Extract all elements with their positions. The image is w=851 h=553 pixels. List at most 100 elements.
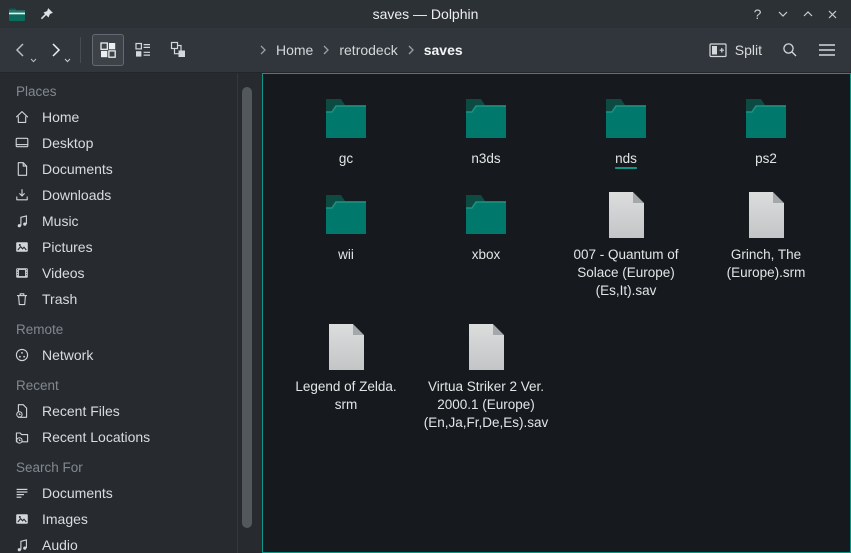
maximize-button[interactable] [799,4,816,24]
sidebar-item-network[interactable]: Network [0,342,262,368]
breadcrumb-item-retrodeck[interactable]: retrodeck [339,42,397,58]
sidebar-section-search-for: Search For Documents Images Audio [0,456,262,553]
chevron-down-icon [776,7,790,21]
sidebar-item-label: Recent Locations [42,429,150,445]
breadcrumb-separator-icon [407,44,415,56]
forward-dropdown-caret-icon [64,58,71,63]
music-icon [14,213,30,229]
sidebar-item-search-audio[interactable]: Audio [0,532,262,553]
search-button[interactable] [781,41,799,59]
grid-item-grinch-the[interactable]: Grinch, The (Europe).srm [696,190,836,322]
documents-icon [14,161,30,177]
close-button[interactable] [824,4,841,24]
app-icon[interactable] [8,7,26,22]
sidebar-item-downloads[interactable]: Downloads [0,182,262,208]
file-icon [325,323,368,371]
folder-icon [322,192,370,238]
back-button[interactable] [8,36,34,64]
view-mode-tree-button[interactable] [162,34,194,66]
sidebar-item-recent-files[interactable]: Recent Files [0,398,262,424]
document-lines-icon [14,485,30,501]
item-label: gc [339,150,353,168]
sidebar-item-label: Network [42,347,93,363]
section-header-search-for: Search For [0,456,262,480]
sidebar-item-label: Recent Files [42,403,120,419]
sidebar-section-recent: Recent Recent Files Recent Locations [0,374,262,450]
grid-item-ps2[interactable]: ps2 [696,94,836,190]
window-title: saves — Dolphin [0,6,851,22]
item-label: xbox [472,246,501,264]
minimize-button[interactable] [774,4,791,24]
section-header-remote: Remote [0,318,262,342]
sidebar-item-label: Audio [42,537,78,553]
network-icon [14,347,30,363]
breadcrumb-separator-icon [322,44,330,56]
sidebar-item-documents[interactable]: Documents [0,156,262,182]
view-mode-icons-button[interactable] [92,34,124,66]
window-body: Places Home Desktop Documents Downloads … [0,73,851,553]
sidebar-item-music[interactable]: Music [0,208,262,234]
grid-item-legend-of-zelda[interactable]: Legend of Zelda. srm [276,322,416,454]
split-view-icon [709,43,727,58]
item-label: nds [615,150,637,168]
file-icon [745,191,788,239]
folder-icon [742,96,790,142]
breadcrumb-item-home[interactable]: Home [276,42,313,58]
sidebar-item-label: Home [42,109,79,125]
sidebar-item-label: Trash [42,291,77,307]
grid-item-gc[interactable]: gc [276,94,416,190]
trash-icon [14,291,30,307]
sidebar-section-remote: Remote Network [0,318,262,368]
sidebar-item-recent-locations[interactable]: Recent Locations [0,424,262,450]
item-label: 007 - Quantum of Solace (Europe) (Es,It)… [573,246,678,300]
sidebar-item-label: Documents [42,485,113,501]
split-button[interactable]: Split [709,42,762,58]
breadcrumb-item-saves[interactable]: saves [424,42,463,58]
section-header-places: Places [0,80,262,104]
search-icon [781,41,799,59]
recent-files-icon [14,403,30,419]
sidebar-item-label: Desktop [42,135,93,151]
menu-button[interactable] [818,43,836,57]
sidebar-item-home[interactable]: Home [0,104,262,130]
grid-item-007-quantum-of-solace[interactable]: 007 - Quantum of Solace (Europe) (Es,It)… [556,190,696,322]
icons-view-icon [98,40,118,60]
audio-icon [14,537,30,553]
sidebar-item-desktop[interactable]: Desktop [0,130,262,156]
chevron-up-icon [801,7,815,21]
toolbar-separator [80,37,81,63]
folder-view[interactable]: gc n3ds nds ps2 wii xbox [262,73,851,553]
details-view-icon [133,40,153,60]
split-button-label: Split [735,42,762,58]
sidebar-item-label: Videos [42,265,85,281]
grid-item-wii[interactable]: wii [276,190,416,322]
sidebar-item-videos[interactable]: Videos [0,260,262,286]
sidebar-item-trash[interactable]: Trash [0,286,262,312]
sidebar-item-search-documents[interactable]: Documents [0,480,262,506]
grid-item-nds[interactable]: nds [556,94,696,190]
sidebar-item-search-images[interactable]: Images [0,506,262,532]
desktop-icon [14,135,30,151]
file-icon [605,191,648,239]
grid-item-virtua-striker-2[interactable]: Virtua Striker 2 Ver. 2000.1 (Europe) (E… [416,322,556,454]
sidebar-item-pictures[interactable]: Pictures [0,234,262,260]
sidebar-scrollbar-thumb[interactable] [242,87,252,528]
grid-item-xbox[interactable]: xbox [416,190,556,322]
pin-icon[interactable] [39,7,54,22]
item-label: Legend of Zelda. srm [295,378,396,414]
section-header-recent: Recent [0,374,262,398]
sidebar-item-label: Downloads [42,187,111,203]
back-dropdown-caret-icon [30,58,37,63]
icon-grid: gc n3ds nds ps2 wii xbox [276,94,850,454]
sidebar-item-label: Pictures [42,239,93,255]
item-label: ps2 [755,150,777,168]
breadcrumb-separator-icon [259,44,267,56]
breadcrumb: Home retrodeck saves [254,42,709,58]
forward-button[interactable] [42,36,68,64]
item-label: Virtua Striker 2 Ver. 2000.1 (Europe) (E… [424,378,549,432]
downloads-icon [14,187,30,203]
help-button[interactable]: ? [749,4,766,24]
sidebar-section-places: Places Home Desktop Documents Downloads … [0,80,262,312]
view-mode-details-button[interactable] [127,34,159,66]
grid-item-n3ds[interactable]: n3ds [416,94,556,190]
